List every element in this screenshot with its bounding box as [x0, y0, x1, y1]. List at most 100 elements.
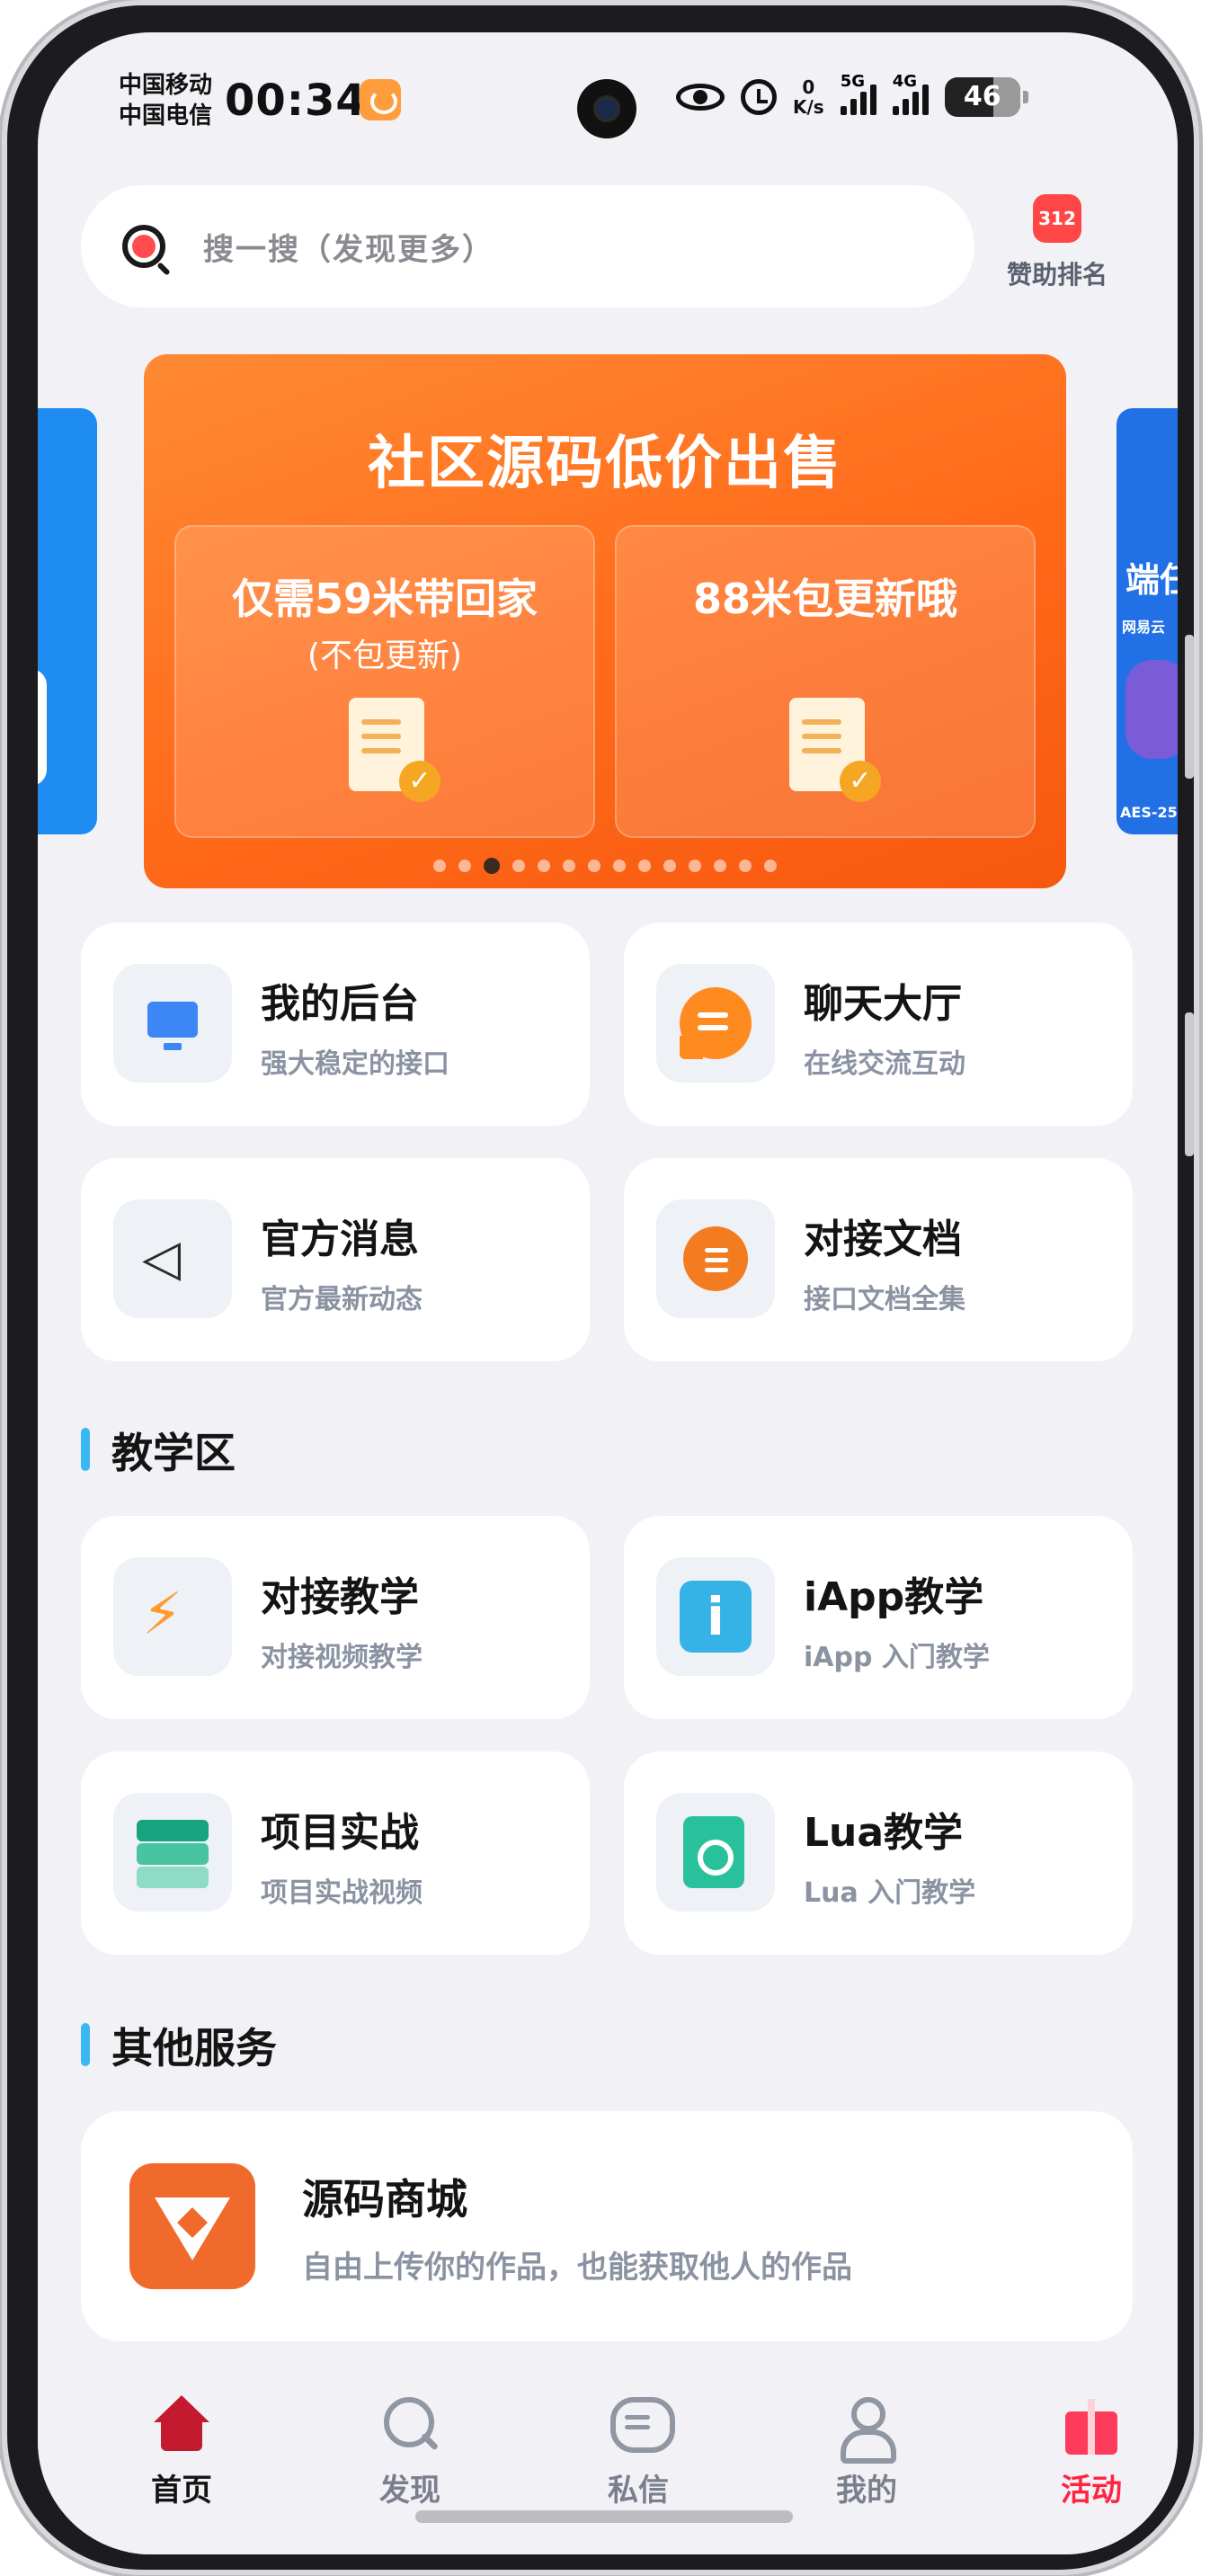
status-icons: 0 K/s 5G 4G 46: [676, 72, 1028, 117]
carousel-dot[interactable]: [588, 860, 601, 872]
promo-banner[interactable]: 社区源码低价出售 仅需59米带回家 (不包更新) 88米包更新哦: [144, 354, 1066, 888]
bottom-nav: 首页 发现 私信 我的 活动: [38, 2370, 1178, 2554]
speaker-icon: ◁: [142, 1229, 182, 1288]
carrier-2: 中国电信: [119, 103, 213, 129]
card-title: 我的后台: [261, 981, 419, 1027]
document-check-icon: [349, 698, 440, 802]
app-notification-icon: [360, 79, 401, 120]
card-api-docs[interactable]: 对接文档 接口文档全集: [624, 1158, 1133, 1361]
card-title: iApp教学: [804, 1574, 984, 1620]
volume-button: [1185, 635, 1194, 779]
card-project-practice[interactable]: 项目实战 项目实战视频: [81, 1752, 590, 1955]
nav-discover[interactable]: 发现: [338, 2395, 482, 2509]
carrier-1: 中国移动: [119, 72, 213, 99]
signal-2-label: 4G: [892, 72, 918, 91]
card-icon-box: [113, 1793, 232, 1912]
card-integration-tutorial[interactable]: ⚡ 对接教学 对接视频教学: [81, 1516, 590, 1719]
status-bar: 中国移动 中国电信 00:34 0 K/s 5G 4G 46: [38, 32, 1178, 140]
mall-title: 源码商城: [302, 2175, 467, 2224]
podium-icon: 312: [1033, 194, 1081, 243]
battery-level: 46: [963, 81, 1001, 112]
home-indicator[interactable]: [415, 2510, 793, 2523]
plug-icon: ⚡: [142, 1582, 182, 1648]
sponsor-rank-label: 赞助排名: [1006, 260, 1108, 290]
carousel-dot[interactable]: [512, 860, 525, 872]
card-icon-box: [656, 1793, 775, 1912]
card-icon-box: [656, 964, 775, 1083]
offer-1-main: 仅需59米带回家: [231, 575, 538, 623]
nav-events[interactable]: 活动: [1019, 2395, 1163, 2509]
card-lua-tutorial[interactable]: Lua教学 Lua 入门教学: [624, 1752, 1133, 1955]
carousel-dot[interactable]: [613, 860, 626, 872]
source-mall-card[interactable]: 源码商城 自由上传你的作品，也能获取他人的作品: [81, 2111, 1133, 2341]
mall-subtitle: 自由上传你的作品，也能获取他人的作品: [302, 2250, 852, 2286]
search-icon: [122, 225, 165, 268]
card-chat-hall[interactable]: 聊天大厅 在线交流互动: [624, 923, 1133, 1126]
card-official-news[interactable]: ◁ 官方消息 官方最新动态: [81, 1158, 590, 1361]
nav-label: 我的: [836, 2473, 897, 2509]
home-icon: [150, 2395, 213, 2458]
search-bar[interactable]: 搜一搜（发现更多）: [81, 185, 974, 308]
nav-home[interactable]: 首页: [110, 2395, 254, 2509]
signal-5g-icon: 5G: [840, 72, 876, 115]
lua-file-icon: [683, 1816, 744, 1888]
eye-icon: [676, 84, 725, 111]
card-iapp-tutorial[interactable]: i iApp教学 iApp 入门教学: [624, 1516, 1133, 1719]
card-my-backend[interactable]: 我的后台 强大稳定的接口: [81, 923, 590, 1126]
card-icon-box: ⚡: [113, 1557, 232, 1676]
carousel-dot[interactable]: [638, 860, 651, 872]
carousel-dot[interactable]: [484, 858, 500, 874]
banner-next-peek[interactable]: 端任 网易云 AES-256-: [1117, 408, 1178, 834]
chat-bubble-icon: [680, 987, 752, 1059]
nav-messages[interactable]: 私信: [566, 2395, 710, 2509]
front-camera: [577, 79, 636, 138]
card-icon-box: i: [656, 1557, 775, 1676]
card-subtitle: 接口文档全集: [804, 1284, 965, 1315]
offer-2-main: 88米包更新哦: [692, 575, 957, 623]
card-subtitle: 官方最新动态: [261, 1284, 423, 1315]
card-icon-box: [656, 1199, 775, 1318]
phone-frame: 中国移动 中国电信 00:34 0 K/s 5G 4G 46 搜一搜（发现更多）…: [7, 5, 1194, 2570]
carousel-dot[interactable]: [563, 860, 575, 872]
clock: 00:34: [225, 76, 367, 126]
carousel-dot[interactable]: [458, 860, 471, 872]
screen: 中国移动 中国电信 00:34 0 K/s 5G 4G 46 搜一搜（发现更多）…: [38, 32, 1178, 2554]
signal-1-label: 5G: [840, 72, 866, 91]
carousel-dot[interactable]: [739, 860, 752, 872]
card-title: 对接文档: [804, 1217, 962, 1262]
card-icon-box: [113, 964, 232, 1083]
net-speed: 0 K/s: [793, 77, 824, 117]
power-button: [1185, 1012, 1194, 1156]
card-title: 项目实战: [261, 1810, 419, 1856]
carousel-dot[interactable]: [764, 860, 777, 872]
banner-offer-1: 仅需59米带回家 (不包更新): [174, 525, 595, 838]
card-subtitle: 在线交流互动: [804, 1048, 965, 1080]
card-title: 官方消息: [261, 1217, 419, 1262]
document-list-icon: [683, 1226, 748, 1291]
offer-1-sub: (不包更新): [307, 637, 463, 674]
carousel-dots[interactable]: [144, 858, 1066, 874]
nav-label: 活动: [1061, 2473, 1122, 2509]
signal-4g-icon: 4G: [892, 72, 929, 115]
peek-bottom: AES-256-: [1120, 804, 1178, 821]
peek-character: [1125, 660, 1178, 759]
section-title-services: 其他服务: [81, 2016, 277, 2075]
banner-prev-peek[interactable]: [38, 408, 97, 834]
carousel-dot[interactable]: [538, 860, 550, 872]
user-icon: [835, 2395, 898, 2464]
monitor-chart-icon: [147, 1002, 198, 1050]
nav-label: 发现: [379, 2473, 440, 2509]
card-title: 聊天大厅: [804, 981, 962, 1027]
carousel-dot[interactable]: [714, 860, 726, 872]
peek-title: 端任: [1125, 560, 1178, 600]
carousel-dot[interactable]: [689, 860, 701, 872]
gitlab-fox-icon: [129, 2163, 255, 2289]
info-i-icon: i: [680, 1581, 752, 1653]
nav-me[interactable]: 我的: [795, 2395, 939, 2509]
sponsor-rank-button[interactable]: 312 赞助排名: [994, 194, 1120, 291]
carousel-dot[interactable]: [433, 860, 446, 872]
carrier-info: 中国移动 中国电信: [119, 70, 212, 131]
card-subtitle: iApp 入门教学: [804, 1642, 990, 1673]
battery-icon: 46: [944, 77, 1028, 117]
carousel-dot[interactable]: [663, 860, 676, 872]
